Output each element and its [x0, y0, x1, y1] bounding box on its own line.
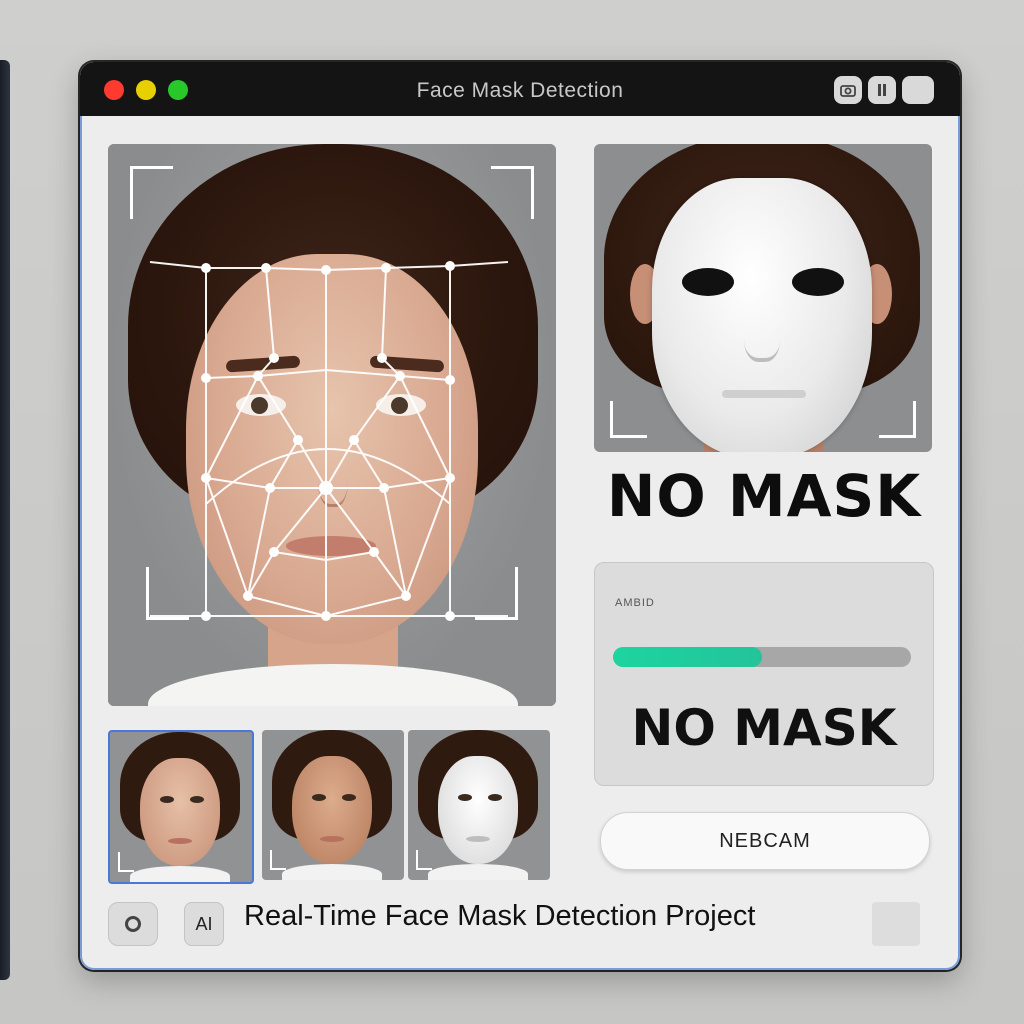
face-landmark-mesh — [149, 261, 509, 621]
background-device-edge — [0, 60, 10, 980]
ai-badge[interactable]: AI — [184, 902, 224, 946]
detection-status-heading: NO MASK — [606, 462, 922, 530]
thumbnail-2[interactable] — [262, 730, 404, 880]
confidence-bar — [613, 647, 911, 667]
webcam-button[interactable]: NEBCAM — [600, 812, 930, 870]
white-face-mask — [652, 178, 872, 452]
focus-bracket-top-left — [130, 166, 173, 219]
app-window: Face Mask Detection NO MASK AMBID NO MAS… — [80, 62, 960, 970]
title-bar: Face Mask Detection — [80, 62, 960, 116]
result-label: AMBID — [615, 597, 655, 609]
focus-bracket-top-right — [491, 166, 534, 219]
project-title: Real-Time Face Mask Detection Project — [244, 900, 756, 932]
record-icon[interactable] — [108, 902, 158, 946]
focus-bracket-bottom-left — [146, 567, 189, 620]
placeholder-square — [872, 902, 920, 946]
camera-icon[interactable] — [834, 76, 862, 104]
window-title: Face Mask Detection — [416, 79, 624, 102]
thumbnail-3-masked[interactable] — [408, 730, 550, 880]
focus-bracket-bottom-right — [475, 567, 518, 620]
thumbnail-1[interactable] — [108, 730, 254, 884]
mask-preview — [594, 144, 932, 452]
result-status: NO MASK — [631, 699, 897, 757]
confidence-bar-fill — [613, 647, 762, 667]
toggle-icon[interactable] — [902, 76, 934, 104]
pause-icon[interactable] — [868, 76, 896, 104]
live-camera-view — [108, 144, 556, 706]
result-panel: AMBID NO MASK — [594, 562, 934, 786]
